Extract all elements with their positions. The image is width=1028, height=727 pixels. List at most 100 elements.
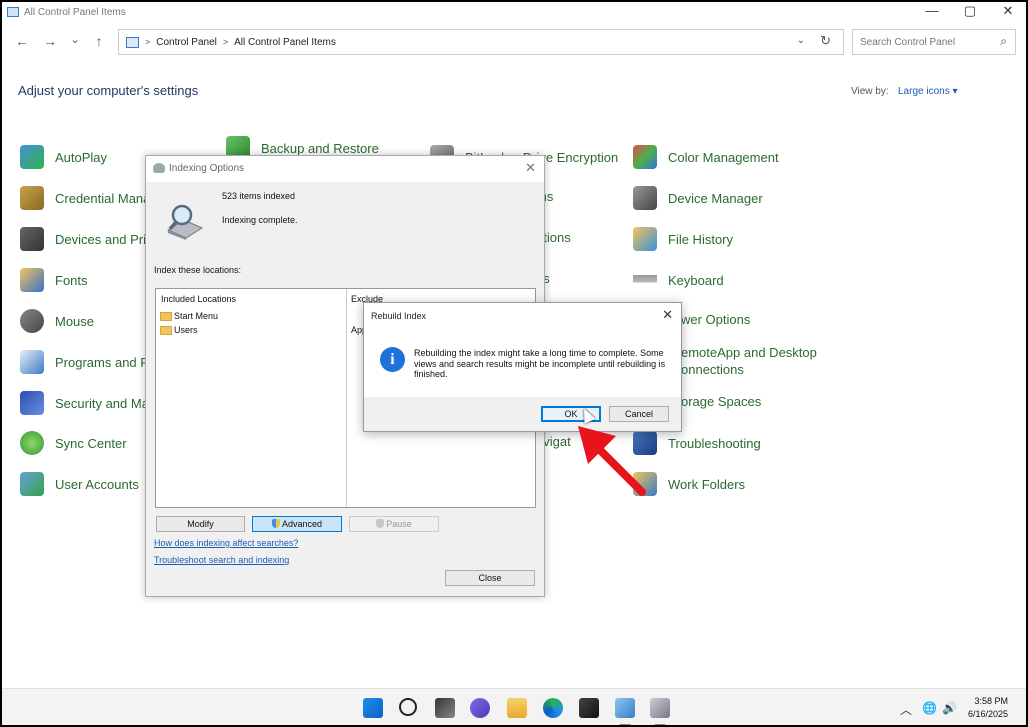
cp-item-security-maintenance[interactable]: Security and Ma <box>20 390 149 416</box>
close-icon[interactable]: ✕ <box>525 160 536 176</box>
cp-item-sync-center[interactable]: Sync Center <box>20 430 127 456</box>
items-indexed-count: 523 items indexed <box>222 191 296 201</box>
indexing-magnifier-icon <box>166 204 204 240</box>
mouse-icon <box>20 309 44 333</box>
folder-icon <box>160 325 172 335</box>
cp-item-credential-manager[interactable]: Credential Mana <box>20 185 150 211</box>
forward-button[interactable]: → <box>41 33 59 49</box>
recent-locations-button[interactable]: ⌄ <box>66 33 84 46</box>
file-explorer-icon[interactable] <box>507 698 527 718</box>
flag-icon <box>20 391 44 415</box>
breadcrumb-separator: > <box>145 37 151 47</box>
cp-item-troubleshooting[interactable]: Troubleshooting <box>633 430 761 456</box>
dialog-body: Rebuild Index ✕ i Rebuilding the index m… <box>364 303 681 397</box>
dialog-title: Indexing Options <box>169 163 245 174</box>
column-divider <box>346 289 347 507</box>
shield-icon <box>376 519 385 528</box>
navigation-bar: ← → ⌄ ↑ > Control Panel > All Control Pa… <box>2 28 1026 58</box>
file-history-icon <box>633 227 657 251</box>
cp-item-mouse[interactable]: Mouse <box>20 308 94 334</box>
back-button[interactable]: ← <box>13 33 31 49</box>
close-button[interactable]: ✕ <box>1000 2 1016 20</box>
cp-item-keyboard[interactable]: Keyboard <box>633 267 724 293</box>
table-row[interactable]: Users <box>160 325 198 335</box>
cp-item-user-accounts[interactable]: User Accounts <box>20 471 139 497</box>
pause-button[interactable]: Pause <box>349 516 439 532</box>
screen: All Control Panel Items — ▢ ✕ ← → ⌄ ↑ > … <box>0 0 1028 727</box>
indexing-status: Indexing complete. <box>222 215 298 225</box>
date: 6/16/2025 <box>967 709 1008 719</box>
indexing-help-link[interactable]: How does indexing affect searches? <box>154 538 298 548</box>
search-icon: ⌕ <box>1000 34 1007 48</box>
color-management-icon <box>633 145 657 169</box>
fonts-icon <box>20 268 44 292</box>
breadcrumb-control-panel[interactable]: Control Panel <box>156 37 217 48</box>
minimize-button[interactable]: — <box>924 2 940 20</box>
annotation-arrow-icon <box>578 426 646 496</box>
sync-icon <box>20 431 44 455</box>
printer-icon <box>20 227 44 251</box>
rebuild-message: Rebuilding the index might take a long t… <box>414 348 666 379</box>
folder-icon <box>160 311 172 321</box>
taskbar: ︿ 🌐 🔊 3:58 PM 6/16/2025 <box>2 688 1026 725</box>
refresh-icon[interactable]: ↻ <box>820 33 831 49</box>
indexing-options-icon[interactable] <box>650 698 670 718</box>
control-panel-icon <box>7 7 19 17</box>
rebuild-index-dialog: Rebuild Index ✕ i Rebuilding the index m… <box>363 302 682 432</box>
control-panel-icon <box>126 36 139 48</box>
tray-overflow-icon[interactable]: ︿ <box>900 701 912 718</box>
breadcrumb-separator: > <box>222 37 229 47</box>
breadcrumb-all-items[interactable]: All Control Panel Items <box>234 37 336 48</box>
edge-icon[interactable] <box>543 698 563 718</box>
device-manager-icon <box>633 186 657 210</box>
cp-item-device-manager[interactable]: Device Manager <box>633 185 763 211</box>
close-icon[interactable]: ✕ <box>662 307 673 323</box>
table-row[interactable]: Start Menu <box>160 311 218 321</box>
store-icon[interactable] <box>579 698 599 718</box>
close-button[interactable]: Close <box>445 570 535 586</box>
control-panel-icon[interactable] <box>615 698 635 718</box>
start-icon[interactable] <box>363 698 383 718</box>
index-locations-label: Index these locations: <box>154 265 242 275</box>
view-by-label: View by: <box>851 86 889 97</box>
shield-icon <box>271 519 280 528</box>
cp-item-file-history[interactable]: File History <box>633 226 733 252</box>
window-title-bar: All Control Panel Items — ▢ ✕ <box>2 2 1026 22</box>
maximize-button[interactable]: ▢ <box>962 2 978 20</box>
users-icon <box>20 472 44 496</box>
programs-icon <box>20 350 44 374</box>
address-dropdown-icon[interactable]: ⌄ <box>797 35 805 46</box>
search-icon[interactable] <box>399 698 417 716</box>
keyboard-icon <box>633 268 657 292</box>
cp-item-power-options[interactable]: wer Options <box>681 312 750 327</box>
credential-manager-icon <box>20 186 44 210</box>
cp-item-autoplay[interactable]: AutoPlay <box>20 144 107 170</box>
up-button[interactable]: ↑ <box>90 33 108 49</box>
dialog-title: Rebuild Index <box>371 311 427 321</box>
page-title: Adjust your computer's settings <box>18 83 199 98</box>
modify-button[interactable]: Modify <box>156 516 245 532</box>
window-title: All Control Panel Items <box>24 6 126 18</box>
search-input[interactable]: Search Control Panel ⌕ <box>852 29 1016 55</box>
clock[interactable]: 3:58 PM 6/16/2025 <box>968 695 1008 721</box>
task-view-icon[interactable] <box>435 698 455 718</box>
cp-item-devices-printers[interactable]: Devices and Prin <box>20 226 153 252</box>
view-by-dropdown[interactable]: Large icons ▾ <box>898 86 958 97</box>
cp-item-storage-spaces[interactable]: orage Spaces <box>681 394 761 409</box>
troubleshoot-link[interactable]: Troubleshoot search and indexing <box>154 555 289 565</box>
globe-icon[interactable]: 🌐 <box>922 701 937 715</box>
cp-item-color-management[interactable]: Color Management <box>633 144 779 170</box>
info-icon: i <box>380 347 405 372</box>
indexing-icon <box>153 163 165 173</box>
cp-item-fonts[interactable]: Fonts <box>20 267 88 293</box>
column-header-included[interactable]: Included Locations <box>161 294 236 304</box>
advanced-button[interactable]: Advanced <box>252 516 342 532</box>
volume-icon[interactable]: 🔊 <box>942 701 957 715</box>
cp-item-remoteapp[interactable]: emoteApp and Desktop onnections <box>681 344 841 378</box>
chat-icon[interactable] <box>470 698 490 718</box>
cp-item-programs-features[interactable]: Programs and F <box>20 349 148 375</box>
address-bar[interactable]: > Control Panel > All Control Panel Item… <box>118 29 844 55</box>
dialog-title-bar: Indexing Options ✕ <box>146 156 544 182</box>
autoplay-icon <box>20 145 44 169</box>
search-placeholder: Search Control Panel <box>860 36 956 48</box>
